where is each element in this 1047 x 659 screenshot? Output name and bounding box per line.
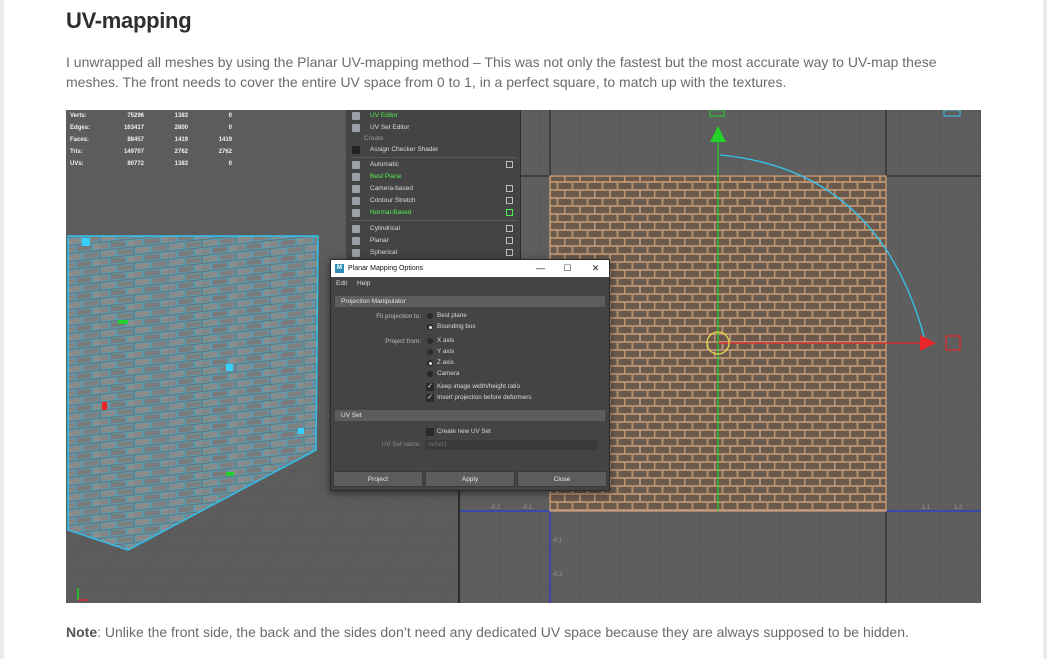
checkbox-create-uv-set[interactable]: Create new UV Set (426, 427, 491, 437)
menu-item-automatic[interactable]: Automatic (346, 159, 521, 171)
option-box-icon[interactable] (506, 225, 513, 232)
uv-set-icon (352, 124, 360, 132)
section-heading: UV-mapping (66, 8, 192, 33)
uv-tick-label: -0.2 (490, 505, 501, 511)
apply-button[interactable]: Apply (425, 471, 515, 487)
option-box-icon[interactable] (506, 185, 513, 192)
project-from-label: Project from: (385, 338, 421, 345)
menu-item-best-plane[interactable]: Best Plane (346, 171, 521, 183)
menu-item-planar[interactable]: Planar (346, 235, 521, 247)
radio-y-axis[interactable]: Y axis (427, 347, 454, 357)
radio-selected-icon (427, 324, 433, 330)
intro-paragraph: I unwrapped all meshes by using the Plan… (66, 54, 937, 90)
hud-row: UVs: 80772 1383 0 (70, 161, 232, 167)
note-paragraph: Note: Unlike the front side, the back an… (66, 624, 909, 640)
poly-count-hud: Verts: 75296 1383 0 Edges: 163417 2800 0 Faces… (70, 110, 232, 170)
maya-logo-icon: M (335, 264, 344, 273)
hud-row: Edges: 163417 2800 0 (70, 125, 232, 131)
option-box-icon[interactable] (506, 209, 513, 216)
menu-divider (350, 220, 517, 221)
radio-icon (427, 349, 433, 355)
dialog-title: Planar Mapping Options (348, 265, 424, 272)
menu-item-spherical[interactable]: Spherical (346, 247, 521, 259)
menu-item-camera-based[interactable]: Camera-based (346, 183, 521, 195)
menu-help[interactable]: Help (357, 280, 370, 287)
best-plane-icon (352, 173, 360, 181)
section-uv-set[interactable]: UV Set (335, 410, 605, 421)
sphere-icon (352, 249, 360, 257)
checker-icon (352, 146, 360, 154)
menu-item-contour-stretch[interactable]: Contour Stretch (346, 195, 521, 207)
option-box-icon[interactable] (506, 161, 513, 168)
menu-divider (350, 157, 517, 158)
menu-item-cylindrical[interactable]: Cylindrical (346, 223, 521, 235)
checkmark-icon: ✓ (426, 394, 434, 402)
cylinder-icon (352, 225, 360, 233)
camera-icon (352, 185, 360, 193)
radio-x-axis[interactable]: X axis (427, 336, 454, 346)
uv-tick-label: -0.1 (522, 505, 533, 511)
menu-edit[interactable]: Edit (336, 280, 347, 287)
note-label: Note (66, 624, 98, 640)
menu-item-uv-editor[interactable]: UV Editor (346, 110, 521, 122)
uv-tick-label: -0.2 (552, 572, 563, 578)
checkbox-keep-ratio[interactable]: ✓ Keep image width/height ratio (426, 382, 520, 392)
radio-bounding-box[interactable]: Bounding box (427, 322, 476, 332)
checkbox-empty-icon (426, 428, 434, 436)
radio-camera[interactable]: Camera (427, 369, 459, 379)
uvset-name-label: UV Set name: (381, 441, 421, 448)
menu-item-assign-checker[interactable]: Assign Checker Shader (346, 144, 521, 156)
checkmark-icon: ✓ (426, 383, 434, 391)
automatic-icon (352, 161, 360, 169)
dialog-menubar: Edit Help (331, 277, 609, 290)
uvset-name-row: UV Set name: uvSet1 (331, 440, 609, 450)
maya-screenshot: Verts: 75296 1383 0 Edges: 163417 2800 0 Faces… (66, 110, 981, 603)
uv-tick-label: 1.1 (922, 505, 931, 511)
radio-icon (427, 338, 433, 344)
note-text: : Unlike the front side, the back and th… (97, 624, 909, 640)
section-projection-manipulator[interactable]: Projection Manipulator (335, 296, 605, 307)
radio-selected-icon (427, 360, 433, 366)
uv-tick-label: -0.1 (552, 538, 563, 544)
uv-editor-icon (352, 112, 360, 120)
radio-icon (427, 371, 433, 377)
planar-icon (352, 237, 360, 245)
radio-z-axis[interactable]: Z axis (427, 358, 454, 368)
checkbox-insert-projection[interactable]: ✓ Insert projection before deformers (426, 393, 532, 403)
planar-mapping-dialog: M Planar Mapping Options — ☐ ✕ Edit Help… (330, 259, 610, 491)
dialog-titlebar[interactable]: M Planar Mapping Options — ☐ ✕ (331, 260, 609, 277)
hud-row: Tris: 149707 2762 2762 (70, 149, 232, 155)
hud-row: Faces: 88457 1419 1419 (70, 137, 232, 143)
uv-menu: UV Editor UV Set Editor Create Assign Ch… (346, 110, 521, 260)
minimize-button[interactable]: — (527, 260, 554, 277)
hud-row: Verts: 75296 1383 0 (70, 113, 232, 119)
fit-projection-label: Fit projection to: (376, 313, 421, 320)
contour-icon (352, 197, 360, 205)
option-box-icon[interactable] (506, 197, 513, 204)
uv-tick-label: 1.2 (954, 505, 963, 511)
radio-best-plane[interactable]: Best plane (427, 311, 467, 321)
option-box-icon[interactable] (506, 237, 513, 244)
vertex-marker (82, 238, 90, 246)
close-window-button[interactable]: ✕ (582, 260, 609, 277)
close-button[interactable]: Close (517, 471, 607, 487)
uvset-name-field[interactable]: uvSet1 (425, 440, 597, 450)
normal-icon (352, 209, 360, 217)
menu-item-normal-based[interactable]: Normal-Based (346, 207, 521, 219)
maximize-button[interactable]: ☐ (554, 260, 581, 277)
radio-icon (427, 313, 433, 319)
article-page: UV-mapping I unwrapped all meshes by usi… (4, 0, 1043, 659)
project-button[interactable]: Project (333, 471, 423, 487)
option-box-icon[interactable] (506, 249, 513, 256)
